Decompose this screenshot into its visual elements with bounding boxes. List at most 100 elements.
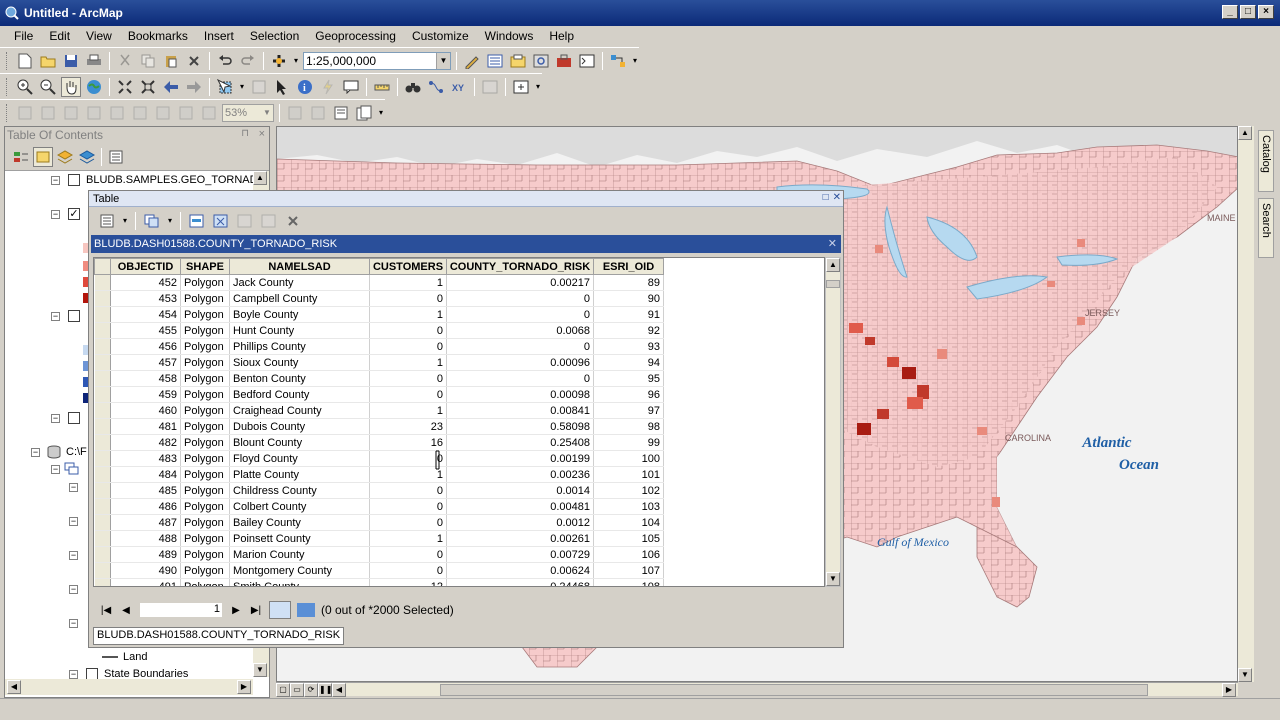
- table-cell[interactable]: 94: [593, 354, 664, 371]
- table-cell[interactable]: 460: [110, 402, 181, 419]
- table-cell[interactable]: Polygon: [180, 434, 230, 451]
- map-vertical-scrollbar[interactable]: ▲ ▼: [1238, 126, 1254, 682]
- delete-icon[interactable]: [184, 51, 204, 71]
- zoom-in-icon[interactable]: [15, 77, 35, 97]
- table-cell[interactable]: Polygon: [180, 338, 230, 355]
- html-popup-icon[interactable]: [341, 77, 361, 97]
- table-cell[interactable]: 0.00096: [446, 354, 594, 371]
- table-cell[interactable]: Marion County: [229, 546, 370, 563]
- column-header[interactable]: CUSTOMERS: [369, 258, 447, 275]
- table-cell[interactable]: Polygon: [180, 562, 230, 579]
- layout-zoom-dropdown[interactable]: 53% ▼: [222, 103, 274, 122]
- table-row[interactable]: 481 Polygon Dubois County 23 0.58098 98: [94, 418, 664, 435]
- table-cell[interactable]: 0.00217: [446, 274, 594, 291]
- table-cell[interactable]: 0.00481: [446, 498, 594, 515]
- add-data-icon[interactable]: [269, 51, 289, 71]
- scroll-thumb[interactable]: [440, 683, 1148, 696]
- fixed-zoom-out-icon[interactable]: [138, 77, 158, 97]
- table-cell[interactable]: Polygon: [180, 466, 230, 483]
- table-cell[interactable]: 103: [593, 498, 664, 515]
- table-cell[interactable]: Polygon: [180, 482, 230, 499]
- copy-icon[interactable]: [138, 51, 158, 71]
- table-cell[interactable]: 0: [369, 386, 447, 403]
- model-builder-icon[interactable]: [608, 51, 628, 71]
- toc-layer-geo-tornado[interactable]: − BLUDB.SAMPLES.GEO_TORNADO: [51, 172, 266, 188]
- open-folder-icon[interactable]: [38, 51, 58, 71]
- table-cell[interactable]: 90: [593, 290, 664, 307]
- table-row[interactable]: 487 Polygon Bailey County 0 0.0012 104: [94, 514, 664, 531]
- scroll-left-arrow[interactable]: ◀: [332, 682, 346, 697]
- table-cell[interactable]: 0: [446, 370, 594, 387]
- clear-selection-icon[interactable]: [235, 211, 255, 231]
- row-selector[interactable]: [94, 290, 111, 307]
- layer-visibility-checkbox[interactable]: [68, 174, 80, 186]
- table-cell[interactable]: 489: [110, 546, 181, 563]
- zoom-whole-page-icon[interactable]: [84, 103, 104, 123]
- toggle-draft-mode-icon[interactable]: [285, 103, 305, 123]
- table-cell[interactable]: 0: [369, 322, 447, 339]
- pause-drawing-button[interactable]: ❚❚: [318, 682, 332, 697]
- table-cell[interactable]: 486: [110, 498, 181, 515]
- save-icon[interactable]: [61, 51, 81, 71]
- change-layout-icon[interactable]: [331, 103, 351, 123]
- table-cell[interactable]: 0: [369, 514, 447, 531]
- table-row[interactable]: 455 Polygon Hunt County 0 0.0068 92: [94, 322, 664, 339]
- editor-toolbar-icon[interactable]: [462, 51, 482, 71]
- table-cell[interactable]: Phillips County: [229, 338, 370, 355]
- table-cell[interactable]: 0: [446, 306, 594, 323]
- close-button[interactable]: ×: [1258, 5, 1274, 19]
- go-to-xy-icon[interactable]: XY: [449, 77, 469, 97]
- collapse-icon[interactable]: −: [51, 175, 60, 185]
- row-selector[interactable]: [94, 274, 111, 291]
- row-selector[interactable]: [94, 578, 111, 586]
- table-row[interactable]: 454 Polygon Boyle County 1 0 91: [94, 306, 664, 323]
- scroll-up-arrow[interactable]: ▲: [253, 171, 267, 185]
- table-cell[interactable]: 485: [110, 482, 181, 499]
- collapse-icon[interactable]: −: [69, 669, 78, 679]
- table-cell[interactable]: 455: [110, 322, 181, 339]
- toc-group-layer[interactable]: −: [51, 461, 80, 477]
- table-cell[interactable]: 0: [369, 370, 447, 387]
- table-cell[interactable]: Polygon: [180, 386, 230, 403]
- table-cell[interactable]: 456: [110, 338, 181, 355]
- table-cell[interactable]: 457: [110, 354, 181, 371]
- maximize-icon[interactable]: □: [823, 192, 829, 203]
- table-cell[interactable]: 0: [446, 290, 594, 307]
- table-cell[interactable]: 488: [110, 530, 181, 547]
- table-cell[interactable]: Polygon: [180, 290, 230, 307]
- toc-horizontal-scrollbar[interactable]: ◀ ▶: [5, 679, 253, 695]
- table-cell[interactable]: Benton County: [229, 370, 370, 387]
- table-cell[interactable]: Jack County: [229, 274, 370, 291]
- row-selector[interactable]: [94, 354, 111, 371]
- table-cell[interactable]: 99: [593, 434, 664, 451]
- toc-window-icon[interactable]: [485, 51, 505, 71]
- toc-layer-3[interactable]: −: [51, 308, 86, 324]
- table-cell[interactable]: 98: [593, 418, 664, 435]
- column-header[interactable]: SHAPE: [180, 258, 230, 275]
- table-cell[interactable]: 452: [110, 274, 181, 291]
- pan-hand-icon[interactable]: [61, 76, 81, 97]
- table-window-titlebar[interactable]: Table □ ✕: [89, 191, 843, 207]
- table-row[interactable]: 484 Polygon Platte County 1 0.00236 101: [94, 466, 664, 483]
- collapse-icon[interactable]: −: [69, 584, 78, 594]
- table-cell[interactable]: 484: [110, 466, 181, 483]
- python-window-icon[interactable]: [577, 51, 597, 71]
- layout-fixed-zoom-out-icon[interactable]: [153, 103, 173, 123]
- table-cell[interactable]: 12: [369, 578, 447, 586]
- table-cell[interactable]: 453: [110, 290, 181, 307]
- previous-record-icon[interactable]: ◀: [119, 605, 133, 616]
- find-binoculars-icon[interactable]: [403, 77, 423, 97]
- table-cell[interactable]: 0.00236: [446, 466, 594, 483]
- related-tables-icon[interactable]: [142, 211, 162, 231]
- layer-visibility-checkbox[interactable]: [68, 310, 80, 322]
- minimize-button[interactable]: _: [1222, 5, 1238, 19]
- table-cell[interactable]: Polygon: [180, 354, 230, 371]
- table-cell[interactable]: Polygon: [180, 306, 230, 323]
- attribute-grid[interactable]: OBJECTID SHAPE NAMELSAD CUSTOMERS COUNTY…: [93, 257, 825, 587]
- catalog-window-icon[interactable]: [508, 51, 528, 71]
- table-cell[interactable]: 0.0068: [446, 322, 594, 339]
- table-cell[interactable]: Childress County: [229, 482, 370, 499]
- select-elements-icon[interactable]: [272, 77, 292, 97]
- menu-file[interactable]: File: [6, 29, 41, 43]
- refresh-view-button[interactable]: ⟳: [304, 682, 318, 697]
